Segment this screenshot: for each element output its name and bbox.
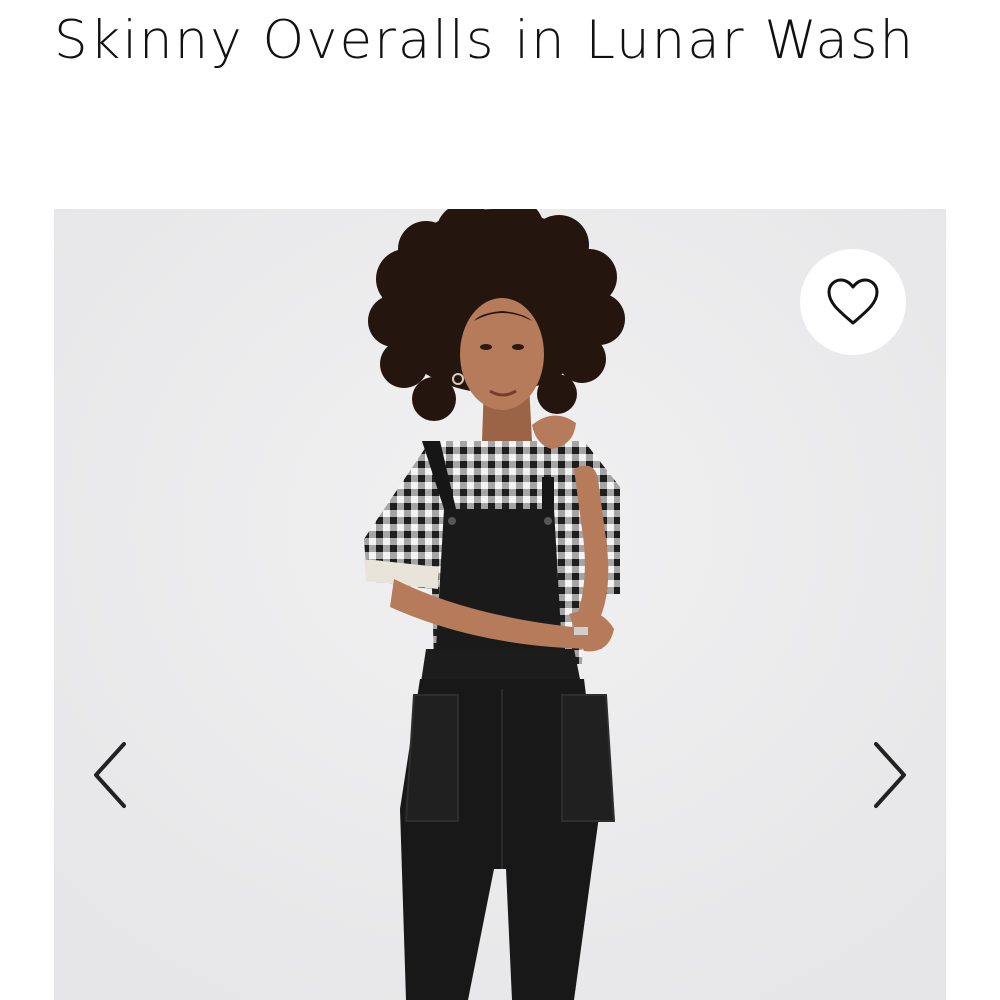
- previous-image-button[interactable]: chevron-left-icon: [80, 737, 140, 813]
- product-page: Skinny Overalls in Lunar Wash: [0, 0, 1000, 1000]
- next-image-button[interactable]: chevron-right-icon: [860, 737, 920, 813]
- chevron-left-icon: [94, 742, 126, 808]
- product-image-gallery[interactable]: heart-outline-icon chevron-left-icon che…: [54, 209, 946, 1000]
- product-title: Skinny Overalls in Lunar Wash: [54, 10, 916, 71]
- favorite-button[interactable]: heart-outline-icon: [800, 249, 906, 355]
- chevron-right-icon: [874, 742, 906, 808]
- heart-outline-icon: [827, 278, 879, 325]
